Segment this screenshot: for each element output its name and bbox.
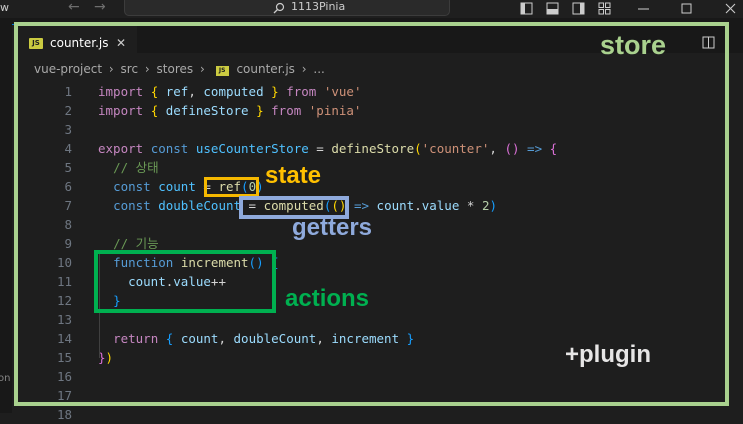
state-highlight-box [204,177,259,197]
menu-fragment: w [0,1,9,14]
activity-bar-edge: on [0,18,12,413]
side-fragment: on [0,373,11,384]
panel-right-icon[interactable] [572,2,585,15]
customize-layout-icon[interactable] [598,2,611,15]
actions-highlight-box [94,250,276,313]
arrow-right-icon[interactable]: → [94,0,106,14]
title-bar: w ← → 1113Pinia [0,0,743,18]
getters-annotation: getters [292,214,373,241]
arrow-left-icon[interactable]: ← [68,0,80,14]
panel-left-icon[interactable] [520,2,533,15]
minimize-icon[interactable] [637,2,650,15]
search-text: 1113Pinia [291,0,346,13]
panel-bottom-icon[interactable] [546,2,559,15]
store-annotation: store [600,30,667,60]
line-number: 18 [56,407,72,422]
actions-annotation: actions [285,285,370,312]
state-annotation: state [265,162,322,189]
command-center-search[interactable]: 1113Pinia [124,0,450,16]
plugin-annotation: +plugin [565,341,651,368]
maximize-icon[interactable] [680,2,693,15]
close-icon[interactable] [724,2,737,15]
search-icon [273,2,285,14]
